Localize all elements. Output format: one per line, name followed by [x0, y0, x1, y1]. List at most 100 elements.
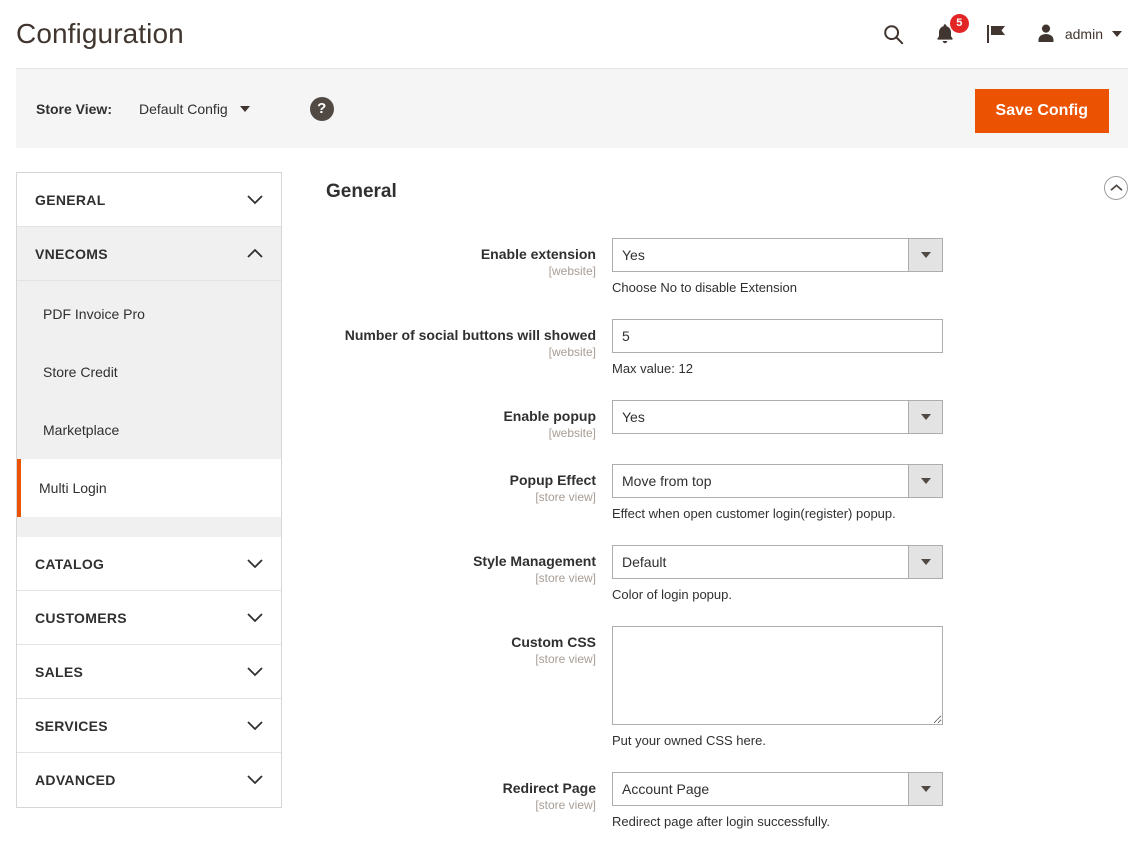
field-control: Move from top Effect when open customer … — [612, 464, 1128, 523]
field-note: Put your owned CSS here. — [612, 733, 766, 748]
chevron-down-icon — [908, 773, 942, 805]
chevron-down-icon — [908, 546, 942, 578]
sidebar-section-general[interactable]: GENERAL — [17, 173, 281, 227]
chevron-down-icon — [247, 556, 263, 572]
sidebar-section-label: ADVANCED — [35, 772, 116, 788]
social-buttons-input[interactable] — [612, 319, 943, 353]
notification-bell-icon[interactable]: 5 — [932, 14, 969, 47]
sidebar-subitems-vnecoms: PDF Invoice Pro Store Credit Marketplace… — [17, 281, 281, 537]
field-note: Max value: 12 — [612, 361, 693, 376]
chevron-up-icon — [247, 246, 263, 262]
chevron-down-icon — [247, 664, 263, 680]
store-view-bar: Store View: Default Config ? Save Config — [16, 68, 1128, 148]
select-value: Yes — [622, 409, 645, 425]
store-view-switcher[interactable]: Default Config — [139, 101, 250, 117]
store-view-label: Store View: — [36, 100, 112, 117]
select-value: Account Page — [622, 781, 710, 797]
field-label-text: Enable extension — [480, 246, 596, 262]
sidebar-section-vnecoms[interactable]: VNECOMS — [17, 227, 281, 281]
sidebar-item-label: Store Credit — [43, 364, 118, 380]
field-scope-text: [website] — [548, 264, 596, 278]
popup-effect-select[interactable]: Move from top — [612, 464, 943, 498]
enable-extension-select[interactable]: Yes — [612, 238, 943, 272]
field-label-text: Redirect Page — [502, 780, 596, 796]
sidebar-section-catalog[interactable]: CATALOG — [17, 537, 281, 591]
field-enable-popup: Enable popup [website] Yes — [326, 400, 1128, 442]
store-view-selected: Default Config — [139, 100, 228, 117]
sidebar-spacer — [17, 517, 281, 533]
user-name-label: admin — [1064, 26, 1103, 42]
chevron-down-icon — [247, 772, 263, 788]
flag-icon[interactable] — [984, 21, 1010, 47]
notification-count-badge: 5 — [949, 14, 969, 33]
redirect-page-select[interactable]: Account Page — [612, 772, 943, 806]
page-title: Configuration — [16, 18, 184, 49]
field-style-management: Style Management [store view] Default Co… — [326, 545, 1128, 604]
sidebar-section-label: VNECOMS — [35, 245, 108, 262]
field-label-text: Number of social buttons will showed — [344, 327, 596, 343]
chevron-down-icon — [247, 610, 263, 626]
sidebar-section-advanced[interactable]: ADVANCED — [17, 753, 281, 807]
chevron-down-icon — [1112, 31, 1122, 37]
field-label-text: Style Management — [473, 553, 596, 569]
user-avatar-icon — [1036, 23, 1056, 46]
sidebar-section-services[interactable]: SERVICES — [17, 699, 281, 753]
sidebar-item-store-credit[interactable]: Store Credit — [17, 343, 281, 401]
custom-css-textarea[interactable] — [612, 626, 943, 725]
sidebar-item-pdf-invoice-pro[interactable]: PDF Invoice Pro — [17, 285, 281, 343]
field-control: Put your owned CSS here. — [612, 626, 1128, 750]
field-label-text: Enable popup — [503, 408, 596, 424]
field-note: Choose No to disable Extension — [612, 280, 798, 295]
section-title: General — [326, 181, 397, 202]
enable-popup-select[interactable]: Yes — [612, 400, 943, 434]
field-note: Redirect page after login successfully. — [612, 814, 830, 829]
help-icon[interactable]: ? — [309, 96, 334, 121]
chevron-down-icon — [908, 465, 942, 497]
field-scope-text: [store view] — [535, 571, 596, 585]
sidebar-item-label: PDF Invoice Pro — [43, 306, 145, 322]
field-label: Custom CSS [store view] — [326, 626, 612, 750]
chevron-down-icon — [908, 239, 942, 271]
field-note: Color of login popup. — [612, 587, 732, 602]
field-scope-text: [website] — [548, 426, 596, 440]
chevron-down-icon — [908, 401, 942, 433]
sidebar-section-label: GENERAL — [35, 191, 106, 208]
save-config-button[interactable]: Save Config — [974, 89, 1109, 133]
sidebar-item-multi-login[interactable]: Multi Login — [17, 459, 281, 517]
sidebar-item-marketplace[interactable]: Marketplace — [17, 401, 281, 459]
page-header: Configuration 5 admin — [0, 0, 1144, 68]
field-label: Number of social buttons will showed [we… — [326, 319, 612, 378]
header-actions: 5 admin — [880, 14, 1128, 47]
sidebar-section-label: SERVICES — [35, 717, 108, 734]
field-scope-text: [store view] — [535, 652, 596, 666]
sidebar-section-customers[interactable]: CUSTOMERS — [17, 591, 281, 645]
configuration-sidebar: GENERAL VNECOMS PDF Invoice Pro Store Cr… — [16, 172, 282, 808]
field-label: Style Management [store view] — [326, 545, 612, 604]
field-label-text: Custom CSS — [511, 634, 596, 650]
field-scope-text: [website] — [548, 345, 596, 359]
field-label: Redirect Page [store view] — [326, 772, 612, 831]
field-label-text: Popup Effect — [509, 472, 596, 488]
field-number-of-social-buttons: Number of social buttons will showed [we… — [326, 319, 1128, 378]
field-scope-text: [store view] — [535, 798, 596, 812]
configuration-main: General Enable extension [website] Yes C… — [282, 172, 1128, 853]
field-label: Enable popup [website] — [326, 400, 612, 442]
chevron-down-icon — [247, 192, 263, 208]
content-wrapper: GENERAL VNECOMS PDF Invoice Pro Store Cr… — [0, 148, 1144, 853]
search-icon[interactable] — [880, 21, 906, 47]
field-control: Yes Choose No to disable Extension — [612, 238, 1128, 297]
field-control: Max value: 12 — [612, 319, 1128, 378]
sidebar-item-label: Multi Login — [39, 480, 107, 496]
user-menu[interactable]: admin — [1036, 23, 1122, 46]
chevron-up-circle-icon[interactable] — [1104, 176, 1128, 200]
sidebar-item-label: Marketplace — [43, 422, 120, 438]
sidebar-section-label: CUSTOMERS — [35, 609, 127, 626]
sidebar-section-sales[interactable]: SALES — [17, 645, 281, 699]
field-label: Enable extension [website] — [326, 238, 612, 297]
field-control: Yes — [612, 400, 1128, 442]
style-management-select[interactable]: Default — [612, 545, 943, 579]
chevron-down-icon — [239, 105, 250, 112]
sidebar-section-label: SALES — [35, 663, 84, 680]
field-popup-effect: Popup Effect [store view] Move from top … — [326, 464, 1128, 523]
select-value: Move from top — [622, 473, 712, 489]
